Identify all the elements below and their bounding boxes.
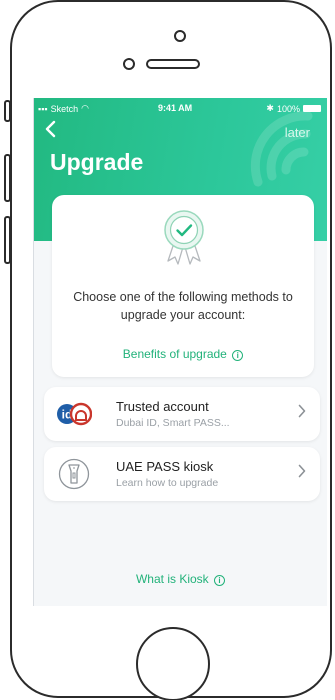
kiosk-icon <box>58 458 90 490</box>
signal-icon: ▪▪▪ <box>38 103 48 114</box>
uae-pass-kiosk-option[interactable]: UAE PASS kiosk Learn how to upgrade <box>44 447 320 501</box>
trusted-account-option[interactable]: id Trusted account Dubai ID, Smart PASS.… <box>44 387 320 441</box>
chevron-right-icon <box>298 464 306 478</box>
option-subtitle: Learn how to upgrade <box>116 477 219 489</box>
what-is-kiosk-link[interactable]: What is Kiosk i <box>34 572 327 586</box>
bluetooth-icon: ✱ <box>266 103 274 113</box>
info-icon: i <box>232 350 244 361</box>
app-screen: ▪▪▪ Sketch ◠ 9:41 AM ✱ 100% later Upgrad… <box>33 98 327 606</box>
front-camera <box>174 30 186 42</box>
option-subtitle: Dubai ID, Smart PASS... <box>116 417 230 429</box>
kiosk-link-label: What is Kiosk <box>135 572 209 586</box>
certified-badge-icon <box>164 210 204 265</box>
battery-percent: 100% <box>276 103 300 114</box>
info-icon: i <box>214 575 226 586</box>
status-time: 9:41 AM <box>158 103 193 113</box>
trusted-account-logo-icon: id <box>57 402 92 426</box>
battery-icon <box>303 105 321 112</box>
mute-switch <box>4 100 11 122</box>
benefits-link-label: Benefits of upgrade <box>122 347 227 361</box>
home-button[interactable] <box>136 627 210 700</box>
option-title: Trusted account <box>116 399 209 414</box>
chevron-left-icon <box>45 120 56 138</box>
page-title: Upgrade <box>50 149 144 175</box>
carrier-label: Sketch <box>50 103 79 114</box>
later-button[interactable]: later <box>285 125 310 140</box>
benefits-of-upgrade-link[interactable]: Benefits of upgrade i <box>52 347 314 361</box>
volume-up-button <box>4 154 11 202</box>
wifi-icon: ◠ <box>81 103 89 113</box>
proximity-sensor <box>123 58 135 70</box>
earpiece-speaker <box>146 59 200 69</box>
option-title: UAE PASS kiosk <box>116 459 214 474</box>
status-bar: ▪▪▪ Sketch ◠ 9:41 AM ✱ 100% <box>34 101 327 115</box>
volume-down-button <box>4 216 11 264</box>
upgrade-description: Choose one of the following methods to u… <box>73 290 293 322</box>
upgrade-info-card: Choose one of the following methods to u… <box>52 195 314 377</box>
back-button[interactable] <box>44 120 56 142</box>
chevron-right-icon <box>298 404 306 418</box>
